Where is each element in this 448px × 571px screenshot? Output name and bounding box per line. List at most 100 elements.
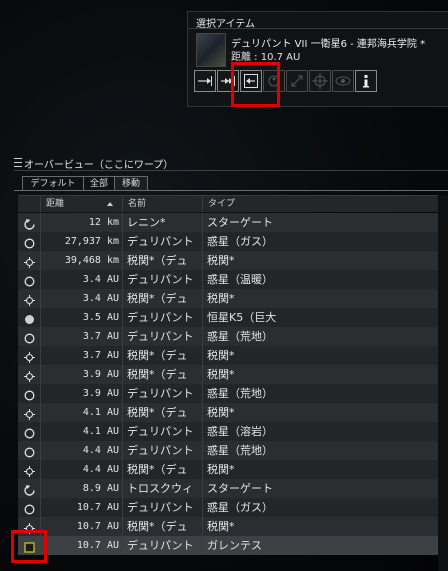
- row-name: デュリパント: [122, 536, 202, 555]
- table-row[interactable]: 3.4 AU 税関*（デュ 税関*: [18, 289, 438, 308]
- column-header-distance-label: 距離: [46, 199, 65, 209]
- tab-travel[interactable]: 移動: [114, 176, 148, 191]
- scrollbar[interactable]: [438, 195, 448, 571]
- lock-target-icon: [312, 73, 328, 89]
- row-type: 恒星K5（巨大: [202, 308, 308, 327]
- table-row[interactable]: 4.4 AU 税関*（デュ 税関*: [18, 460, 438, 479]
- row-name: レニン*: [122, 213, 202, 232]
- show-info-button[interactable]: [355, 70, 377, 92]
- table-row[interactable]: 12 km レニン* スターゲート: [18, 213, 438, 232]
- table-row[interactable]: 3.5 AU デュリパント 恒星K5（巨大: [18, 308, 438, 327]
- row-distance: 4.1 AU: [40, 403, 122, 422]
- row-type: 惑星（荒地）: [202, 384, 308, 403]
- row-type: スターゲート: [202, 213, 308, 232]
- table-row[interactable]: 3.7 AU デュリパント 惑星（荒地）: [18, 327, 438, 346]
- highlight-box-selected-row: [11, 530, 47, 563]
- table-row[interactable]: 10.7 AU デュリパント ガレンテス: [18, 536, 438, 555]
- row-name: デュリパント: [122, 498, 202, 517]
- customs-office-icon: [24, 369, 35, 382]
- tab-default[interactable]: デフォルト: [22, 176, 84, 191]
- row-name: デュリパント: [122, 232, 202, 251]
- row-type: 惑星（温暖）: [202, 270, 308, 289]
- look-at-button[interactable]: [332, 70, 354, 92]
- tab-all[interactable]: 全部: [83, 176, 115, 191]
- column-header-icon[interactable]: [18, 196, 40, 212]
- row-name: 税関*（デュ: [122, 289, 202, 308]
- row-type: 税関*: [202, 460, 308, 479]
- row-type: 税関*: [202, 251, 308, 270]
- selected-item-thumbnail: [196, 33, 226, 67]
- row-icon-cell: [18, 422, 40, 441]
- row-icon-cell: [18, 327, 40, 346]
- row-distance: 10.7 AU: [40, 498, 122, 517]
- row-icon-cell: [18, 213, 40, 232]
- orbit-button[interactable]: [286, 70, 308, 92]
- sort-ascending-icon: [107, 202, 113, 206]
- planet-icon: [24, 388, 35, 401]
- row-type: 惑星（荒地）: [202, 327, 308, 346]
- divider: [188, 28, 448, 29]
- row-type: 税関*: [202, 403, 308, 422]
- selected-item-panel: 選択アイテム デュリパント VII 一衛星6 - 連邦海兵学院 * 距離 : 1…: [187, 11, 448, 107]
- row-name: 税関*（デュ: [122, 251, 202, 270]
- planet-icon: [24, 502, 35, 515]
- row-name: トロスクウィ: [122, 479, 202, 498]
- table-row[interactable]: 3.4 AU デュリパント 惑星（温暖）: [18, 270, 438, 289]
- look-at-icon: [335, 76, 351, 86]
- row-distance: 10.7 AU: [40, 517, 122, 536]
- row-icon-cell: [18, 289, 40, 308]
- table-row[interactable]: 10.7 AU デュリパント 惑星（ガス）: [18, 498, 438, 517]
- row-icon-cell: [18, 479, 40, 498]
- table-row[interactable]: 39,468 km 税関*（デュ 税関*: [18, 251, 438, 270]
- approach-icon: [198, 76, 212, 86]
- planet-icon: [24, 426, 35, 439]
- row-icon-cell: [18, 365, 40, 384]
- approach-button[interactable]: [194, 70, 216, 92]
- row-name: 税関*（デュ: [122, 460, 202, 479]
- row-name: デュリパント: [122, 441, 202, 460]
- row-distance: 3.7 AU: [40, 327, 122, 346]
- row-type: スターゲート: [202, 479, 308, 498]
- row-icon-cell: [18, 384, 40, 403]
- table-row[interactable]: 3.9 AU 税関*（デュ 税関*: [18, 365, 438, 384]
- row-distance: 4.4 AU: [40, 460, 122, 479]
- row-name: 税関*（デュ: [122, 403, 202, 422]
- row-icon-cell: [18, 346, 40, 365]
- table-row[interactable]: 3.9 AU デュリパント 惑星（荒地）: [18, 384, 438, 403]
- row-type: 惑星（ガス）: [202, 232, 308, 251]
- column-header-distance[interactable]: 距離: [40, 196, 122, 212]
- customs-office-icon: [24, 407, 35, 420]
- row-icon-cell: [18, 441, 40, 460]
- planet-icon: [24, 445, 35, 458]
- table-row[interactable]: 4.1 AU デュリパント 惑星（溶岩）: [18, 422, 438, 441]
- divider: [14, 170, 448, 171]
- row-name: デュリパント: [122, 422, 202, 441]
- info-icon: [363, 75, 369, 88]
- menu-icon[interactable]: [14, 158, 22, 167]
- column-header-name[interactable]: 名前: [122, 196, 202, 212]
- customs-office-icon: [24, 350, 35, 363]
- row-name: 税関*（デュ: [122, 365, 202, 384]
- row-distance: 3.5 AU: [40, 308, 122, 327]
- row-name: デュリパント: [122, 327, 202, 346]
- lock-target-button[interactable]: [309, 70, 331, 92]
- row-type: 惑星（溶岩）: [202, 422, 308, 441]
- table-row[interactable]: 4.4 AU デュリパント 惑星（荒地）: [18, 441, 438, 460]
- row-name: デュリパント: [122, 384, 202, 403]
- row-distance: 3.9 AU: [40, 365, 122, 384]
- planet-icon: [24, 236, 35, 249]
- row-distance: 3.7 AU: [40, 346, 122, 365]
- row-name: デュリパント: [122, 308, 202, 327]
- table-row[interactable]: 10.7 AU 税関*（デュ 税関*: [18, 517, 438, 536]
- table-row[interactable]: 27,937 km デュリパント 惑星（ガス）: [18, 232, 438, 251]
- stargate-icon: [24, 217, 35, 230]
- row-type: ガレンテス: [202, 536, 308, 555]
- table-row[interactable]: 8.9 AU トロスクウィ スターゲート: [18, 479, 438, 498]
- row-distance: 8.9 AU: [40, 479, 122, 498]
- table-row[interactable]: 4.1 AU 税関*（デュ 税関*: [18, 403, 438, 422]
- row-icon-cell: [18, 308, 40, 327]
- column-header-type[interactable]: タイプ: [202, 196, 308, 212]
- table-row[interactable]: 3.7 AU 税関*（デュ 税関*: [18, 346, 438, 365]
- row-distance: 10.7 AU: [40, 536, 122, 555]
- highlight-box-dock: [231, 62, 280, 107]
